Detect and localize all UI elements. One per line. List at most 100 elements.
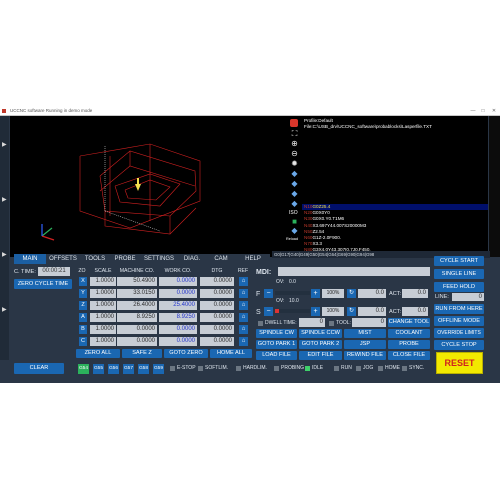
dwell-value[interactable]: 0 <box>299 318 325 327</box>
home-icon[interactable]: ⌂ <box>239 289 248 298</box>
change-tool-button[interactable]: CHANGE TOOL <box>388 318 430 327</box>
tab-help[interactable]: HELP <box>236 254 270 264</box>
feed-percent[interactable]: 100% <box>322 289 344 298</box>
feed-hold-button[interactable]: FEED HOLD <box>434 282 484 292</box>
dwell-checkbox[interactable] <box>258 321 263 326</box>
spindle-set-value[interactable]: 0.0 <box>358 307 386 316</box>
arrow-right-icon[interactable]: ▶ <box>2 141 7 148</box>
axis-x-button[interactable]: X <box>79 277 87 286</box>
coolant-button[interactable]: COOLANT <box>388 329 430 338</box>
offline-mode-button[interactable]: OFFLINE MODE <box>434 316 484 326</box>
rewind-file-button[interactable]: REWIND FILE <box>344 351 386 360</box>
iso-view-button[interactable]: ISO <box>289 210 298 216</box>
toolpath-viewer[interactable] <box>10 116 272 257</box>
work-coord-field[interactable]: 0.0000 <box>159 325 197 334</box>
line-value[interactable]: 0 <box>452 293 484 301</box>
arrow-right-icon[interactable]: ▶ <box>2 196 7 203</box>
spindle-minus-button[interactable]: − <box>264 307 273 316</box>
spindle-plus-button[interactable]: + <box>311 307 320 316</box>
home-icon[interactable]: ⌂ <box>239 325 248 334</box>
goto-zero-button[interactable]: GOTO ZERO <box>164 349 208 358</box>
cycle-start-button[interactable]: CYCLE START <box>434 256 484 266</box>
axis-z-button[interactable]: Z <box>79 301 87 310</box>
home-icon[interactable]: ⌂ <box>239 277 248 286</box>
tool-value[interactable]: 0 <box>352 318 386 327</box>
close-button[interactable]: ✕ <box>489 107 499 115</box>
scale-field[interactable]: 1.0000 <box>90 301 116 310</box>
safe-z-button[interactable]: SAFE Z <box>122 349 162 358</box>
work-coord-field[interactable]: 0.0000 <box>159 277 197 286</box>
tab-main[interactable]: MAIN <box>14 254 46 264</box>
arrow-right-icon[interactable]: ▶ <box>2 306 7 313</box>
work-offset-g59[interactable]: G59 <box>153 364 164 374</box>
cube-icon[interactable]: ◆ <box>289 199 300 209</box>
edit-file-button[interactable]: EDIT FILE <box>299 351 342 360</box>
cube-icon[interactable]: ◆ <box>289 169 300 179</box>
tab-probe[interactable]: PROBE <box>110 254 140 264</box>
reload-button[interactable]: Reload <box>286 237 298 241</box>
scale-field[interactable]: 1.0000 <box>90 325 116 334</box>
goto-park-2-button[interactable]: GOTO PARK 2 <box>299 340 342 349</box>
light-icon[interactable]: ✹ <box>289 159 300 169</box>
override-limits-button[interactable]: OVERRIDE LIMITS <box>434 328 484 338</box>
cube-icon[interactable]: ◆ <box>289 179 300 189</box>
work-coord-field[interactable]: 25.4000 <box>159 301 197 310</box>
work-coord-field[interactable]: 0.0000 <box>159 337 197 346</box>
spindle-cw-button[interactable]: SPINDLE CW <box>256 329 297 338</box>
clear-button[interactable]: CLEAR <box>14 363 64 374</box>
cycle-stop-button[interactable]: CYCLE STOP <box>434 340 484 350</box>
run-from-here-button[interactable]: RUN FROM HERE <box>434 304 484 314</box>
feed-set-value[interactable]: 0.0 <box>358 289 386 298</box>
work-offset-g58[interactable]: G58 <box>138 364 149 374</box>
tab-tools[interactable]: TOOLS <box>80 254 110 264</box>
work-coord-field[interactable]: 0.0000 <box>159 289 197 298</box>
axis-c-button[interactable]: C <box>79 337 87 346</box>
home-all-button[interactable]: HOME ALL <box>210 349 252 358</box>
zero-all-button[interactable]: ZERO ALL <box>76 349 120 358</box>
spindle-reset-icon[interactable]: ↻ <box>347 307 356 316</box>
tab-cam[interactable]: CAM <box>206 254 236 264</box>
fullscreen-icon[interactable]: ⛶ <box>289 129 300 139</box>
spindle-ccw-button[interactable]: SPINDLE CCW <box>299 329 342 338</box>
mdi-input[interactable] <box>278 267 430 276</box>
feed-minus-button[interactable]: − <box>264 289 273 298</box>
tab-diag[interactable]: DIAG. <box>178 254 206 264</box>
reset-button[interactable]: RESET <box>436 352 483 374</box>
spindle-override-bar[interactable] <box>275 309 310 313</box>
work-coord-field[interactable]: 8.9250 <box>159 313 197 322</box>
feed-override-bar[interactable] <box>275 291 310 295</box>
work-offset-g54[interactable]: G54 <box>78 364 89 374</box>
spindle-percent[interactable]: 100% <box>322 307 344 316</box>
single-line-button[interactable]: SINGLE LINE <box>434 269 484 279</box>
tab-offsets[interactable]: OFFSETS <box>46 254 80 264</box>
work-offset-g56[interactable]: G56 <box>108 364 119 374</box>
tool-checkbox[interactable] <box>329 321 334 326</box>
scale-field[interactable]: 1.0000 <box>90 289 116 298</box>
home-icon[interactable]: ⌂ <box>239 301 248 310</box>
gcode-scrollbar[interactable] <box>489 116 500 257</box>
work-offset-g55[interactable]: G55 <box>93 364 104 374</box>
cube-icon[interactable]: ◆ <box>289 189 300 199</box>
close-file-button[interactable]: CLOSE FILE <box>388 351 430 360</box>
reload-icon[interactable]: ◆ <box>289 226 300 236</box>
probe-button[interactable]: PROBE <box>388 340 430 349</box>
goto-park-1-button[interactable]: GOTO PARK 1 <box>256 340 297 349</box>
jsp-button[interactable]: JSP <box>344 340 386 349</box>
home-icon[interactable]: ⌂ <box>239 337 248 346</box>
scale-field[interactable]: 1.0000 <box>90 313 116 322</box>
scale-field[interactable]: 1.0000 <box>90 337 116 346</box>
zoom-out-icon[interactable]: ⊖ <box>289 149 300 159</box>
axis-a-button[interactable]: A <box>79 313 87 322</box>
maximize-button[interactable]: □ <box>478 107 488 115</box>
scale-field[interactable]: 1.0000 <box>90 277 116 286</box>
arrow-right-icon[interactable]: ▶ <box>2 251 7 258</box>
zoom-in-icon[interactable]: ⊕ <box>289 139 300 149</box>
zero-cycle-time-button[interactable]: ZERO CYCLE TIME <box>14 279 72 289</box>
work-offset-g57[interactable]: G57 <box>123 364 134 374</box>
home-icon[interactable]: ⌂ <box>239 313 248 322</box>
feed-reset-icon[interactable]: ↻ <box>347 289 356 298</box>
feed-plus-button[interactable]: + <box>311 289 320 298</box>
load-file-button[interactable]: LOAD FILE <box>256 351 297 360</box>
tab-settings[interactable]: SETTINGS <box>140 254 178 264</box>
axis-b-button[interactable]: B <box>79 325 87 334</box>
